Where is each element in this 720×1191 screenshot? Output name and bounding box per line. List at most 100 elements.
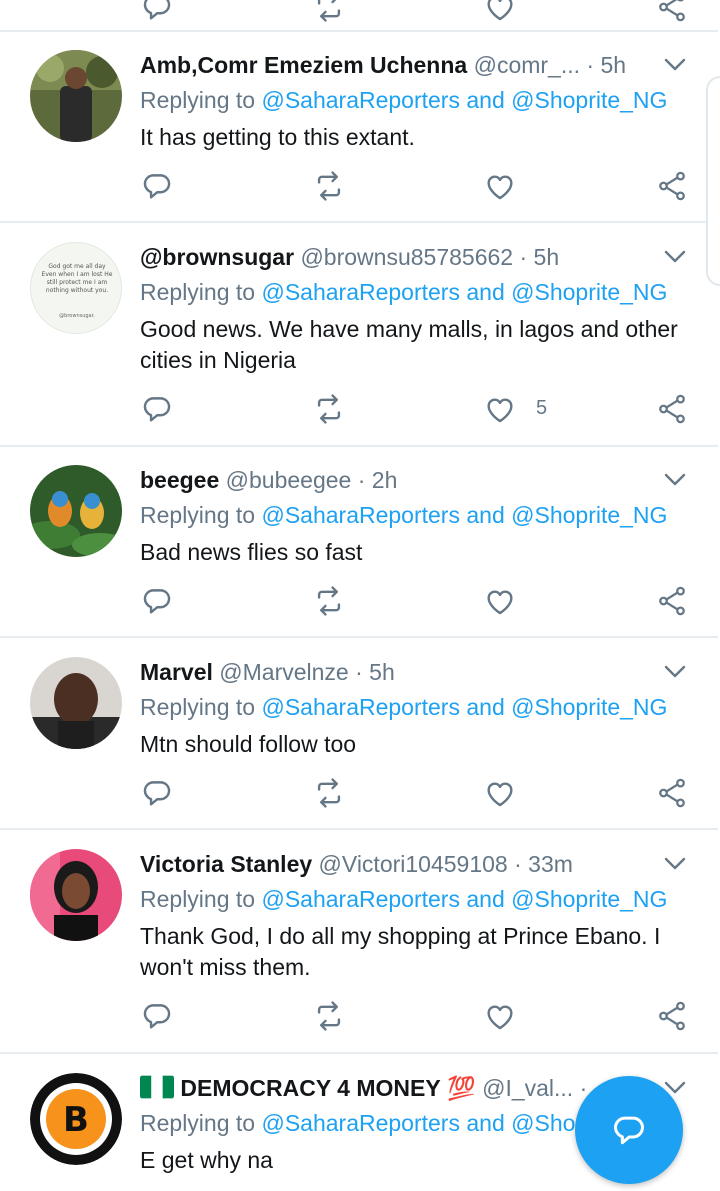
like-icon[interactable] <box>483 169 517 203</box>
mention-link[interactable]: @Sho <box>511 1110 575 1136</box>
display-name[interactable]: Marvel <box>140 659 213 685</box>
share-icon[interactable] <box>655 776 689 810</box>
avatar[interactable] <box>30 657 122 749</box>
compose-reply-icon <box>614 1116 644 1145</box>
timestamp: 5h <box>533 244 560 270</box>
display-name[interactable]: DEMOCRACY 4 MONEY <box>180 1075 440 1101</box>
retweet-icon[interactable] <box>312 0 346 24</box>
timestamp: 5h <box>369 659 395 685</box>
mention-link[interactable]: @Shoprite_NG <box>511 886 667 912</box>
share-icon[interactable] <box>655 584 689 618</box>
tweet-actions <box>140 999 700 1033</box>
user-handle[interactable]: @Marvelnze <box>219 659 348 685</box>
replying-to: Replying to @SaharaReporters and @Shopri… <box>140 694 668 720</box>
mention-link[interactable]: @SaharaReporters <box>261 279 460 305</box>
reply-icon[interactable] <box>140 999 174 1033</box>
tweet-header: beegee @bubeegee · 2h <box>140 467 688 499</box>
reply-icon[interactable] <box>140 584 174 618</box>
tweet-text: It has getting to this extant. <box>140 124 415 150</box>
replying-to: Replying to @SaharaReporters and @Shopri… <box>140 87 668 113</box>
separator-dot: · <box>514 851 522 877</box>
mention-link[interactable]: @SaharaReporters <box>261 886 460 912</box>
display-name[interactable]: beegee <box>140 467 219 493</box>
like-icon[interactable] <box>483 0 517 24</box>
chevron-down-icon[interactable] <box>664 473 686 487</box>
previous-tweet-actions <box>0 0 718 32</box>
share-icon[interactable] <box>655 392 689 426</box>
tweet-text: Bad news flies so fast <box>140 539 363 565</box>
share-icon[interactable] <box>655 999 689 1033</box>
separator-dot: · <box>355 659 363 685</box>
tweet-actions <box>140 169 700 203</box>
avatar[interactable]: God got me all day Even when I am lost H… <box>30 242 122 334</box>
display-name[interactable]: Amb,Comr Emeziem Uchenna <box>140 52 467 78</box>
tweet-actions <box>140 776 700 810</box>
like-count: 5 <box>536 397 548 419</box>
separator-dot: · <box>586 52 595 78</box>
side-sheet-edge <box>706 76 720 286</box>
retweet-icon[interactable] <box>312 776 346 810</box>
user-handle[interactable]: @bubeegee <box>226 467 352 493</box>
mention-link[interactable]: @SaharaReporters <box>261 694 460 720</box>
mention-link[interactable]: @SaharaReporters <box>261 1110 460 1136</box>
chevron-down-icon[interactable] <box>664 58 686 72</box>
tweet-card[interactable]: Marvel @Marvelnze · 5h Replying to @Saha… <box>0 639 718 830</box>
mention-link[interactable]: @Shoprite_NG <box>511 694 667 720</box>
tweet-card[interactable]: Victoria Stanley @Victori10459108 · 33m … <box>0 831 718 1054</box>
replying-to: Replying to @SaharaReporters and @Shopri… <box>140 886 668 912</box>
mention-link[interactable]: @SaharaReporters <box>261 87 460 113</box>
tweet-card[interactable]: God got me all day Even when I am lost H… <box>0 224 718 447</box>
reply-feed: Amb,Comr Emeziem Uchenna @comr_... · 5h … <box>0 0 720 1191</box>
reply-icon[interactable] <box>140 392 174 426</box>
retweet-icon[interactable] <box>312 584 346 618</box>
user-handle[interactable]: @comr_... <box>474 52 580 78</box>
like-icon[interactable] <box>483 999 517 1033</box>
avatar[interactable]: B <box>30 1073 122 1165</box>
retweet-icon[interactable] <box>312 169 346 203</box>
avatar[interactable] <box>30 849 122 941</box>
nigeria-flag-icon <box>140 1075 174 1099</box>
reply-icon[interactable] <box>140 776 174 810</box>
separator-dot: · <box>357 467 366 493</box>
tweet-text: Good news. We have many malls, in lagos … <box>140 316 678 373</box>
user-handle[interactable]: @brownsu85785662 <box>300 244 513 270</box>
timestamp: 5h <box>600 52 627 78</box>
tweet-card[interactable]: beegee @bubeegee · 2h Replying to @Sahar… <box>0 447 718 638</box>
avatar[interactable] <box>30 465 122 557</box>
tweet-header: Victoria Stanley @Victori10459108 · 33m <box>140 851 688 883</box>
display-name[interactable]: Victoria Stanley <box>140 851 312 877</box>
timestamp: 2h <box>371 467 398 493</box>
tweet-header: @brownsugar @brownsu85785662 · 5h <box>140 244 688 276</box>
replying-to: Replying to @SaharaReporters and @Sho <box>140 1110 576 1136</box>
mention-link[interactable]: @SaharaReporters <box>261 502 460 528</box>
mention-link[interactable]: @Shoprite_NG <box>511 279 667 305</box>
tweet-actions <box>140 584 700 618</box>
tweet-header: Marvel @Marvelnze · 5h <box>140 659 688 691</box>
avatar-signature: @brownsugar. <box>59 313 95 319</box>
tweet-card[interactable]: Amb,Comr Emeziem Uchenna @comr_... · 5h … <box>0 32 718 223</box>
reply-icon[interactable] <box>140 0 174 24</box>
retweet-icon[interactable] <box>312 999 346 1033</box>
reply-icon[interactable] <box>140 169 174 203</box>
mention-link[interactable]: @Shoprite_NG <box>511 502 667 528</box>
user-handle[interactable]: @I_val... <box>482 1075 573 1101</box>
separator-dot: · <box>519 244 528 270</box>
replying-to: Replying to @SaharaReporters and @Shopri… <box>140 279 668 305</box>
tweet-text: Thank God, I do all my shopping at Princ… <box>140 923 661 980</box>
chevron-down-icon[interactable] <box>664 857 686 871</box>
chevron-down-icon[interactable] <box>664 250 686 264</box>
compose-reply-button[interactable] <box>575 1076 683 1184</box>
replying-to: Replying to @SaharaReporters and @Shopri… <box>140 502 668 528</box>
share-icon[interactable] <box>655 0 689 24</box>
share-icon[interactable] <box>655 169 689 203</box>
like-icon[interactable] <box>483 392 517 426</box>
chevron-down-icon[interactable] <box>664 665 686 679</box>
like-icon[interactable] <box>483 776 517 810</box>
avatar[interactable] <box>30 50 122 142</box>
tweet-text: Mtn should follow too <box>140 731 357 757</box>
user-handle[interactable]: @Victori10459108 <box>319 851 508 877</box>
display-name[interactable]: @brownsugar <box>140 244 294 270</box>
like-icon[interactable] <box>483 584 517 618</box>
mention-link[interactable]: @Shoprite_NG <box>511 87 667 113</box>
retweet-icon[interactable] <box>312 392 346 426</box>
